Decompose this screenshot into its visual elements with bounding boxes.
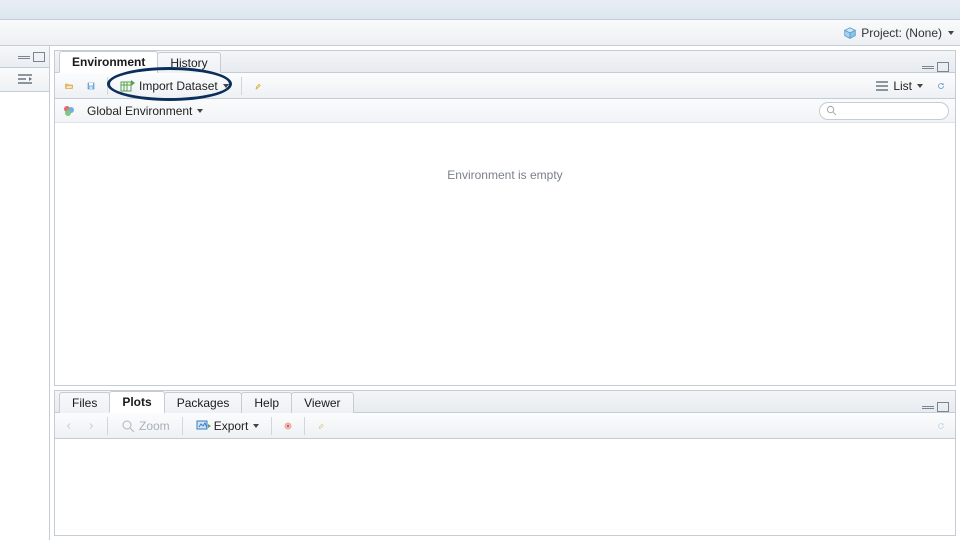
export-icon bbox=[195, 418, 211, 434]
tab-label: Packages bbox=[177, 396, 230, 410]
zoom-button[interactable]: Zoom bbox=[116, 416, 174, 436]
toolbar-separator bbox=[182, 417, 183, 435]
scope-selector[interactable]: Global Environment bbox=[83, 102, 207, 120]
tab-help[interactable]: Help bbox=[241, 392, 292, 413]
chevron-down-icon bbox=[917, 84, 923, 88]
tab-label: Plots bbox=[122, 395, 151, 409]
minimize-icon[interactable] bbox=[922, 65, 934, 69]
import-dataset-button[interactable]: Import Dataset bbox=[116, 76, 233, 96]
tab-history[interactable]: History bbox=[157, 52, 220, 73]
tab-plots[interactable]: Plots bbox=[109, 391, 164, 413]
env-tabs: Environment History bbox=[55, 51, 955, 73]
tab-label: Viewer bbox=[304, 396, 340, 410]
plots-toolbar: Zoom Export bbox=[55, 413, 955, 439]
tab-viewer[interactable]: Viewer bbox=[291, 392, 353, 413]
env-body: Environment is empty bbox=[55, 123, 955, 385]
plots-tabs: Files Plots Packages Help Viewer bbox=[55, 391, 955, 413]
toolbar-separator bbox=[271, 417, 272, 435]
environment-panel: Environment History bbox=[54, 50, 956, 386]
clear-all-button[interactable] bbox=[313, 418, 329, 434]
project-icon bbox=[843, 26, 857, 40]
minimize-icon[interactable] bbox=[922, 405, 934, 409]
maximize-icon[interactable] bbox=[937, 402, 949, 412]
left-gutter bbox=[0, 46, 50, 540]
project-bar: Project: (None) bbox=[0, 20, 960, 46]
view-mode-button[interactable]: List bbox=[870, 76, 927, 96]
tab-environment[interactable]: Environment bbox=[59, 51, 158, 73]
scope-label: Global Environment bbox=[87, 104, 192, 118]
minimize-icon[interactable] bbox=[18, 55, 30, 59]
open-folder-button[interactable] bbox=[61, 78, 77, 94]
export-button[interactable]: Export bbox=[191, 416, 264, 436]
indent-icon[interactable] bbox=[17, 72, 33, 88]
import-icon bbox=[120, 78, 136, 94]
env-subbar: Global Environment bbox=[55, 99, 955, 123]
tab-label: Files bbox=[72, 396, 97, 410]
left-pane-controls-top bbox=[0, 46, 49, 68]
search-icon bbox=[826, 105, 837, 116]
search-field[interactable] bbox=[841, 105, 942, 117]
plots-panel: Files Plots Packages Help Viewer bbox=[54, 390, 956, 536]
toolbar-separator bbox=[107, 417, 108, 435]
project-label: Project: (None) bbox=[861, 26, 942, 40]
zoom-label: Zoom bbox=[139, 419, 170, 433]
chevron-down-icon bbox=[253, 424, 259, 428]
tab-files[interactable]: Files bbox=[59, 392, 110, 413]
project-selector[interactable]: Project: (None) bbox=[843, 26, 954, 40]
env-empty-message: Environment is empty bbox=[447, 168, 562, 182]
app-titlebar bbox=[0, 0, 960, 20]
env-toolbar: Import Dataset List bbox=[55, 73, 955, 99]
chevron-down-icon bbox=[223, 84, 229, 88]
refresh-button[interactable] bbox=[933, 78, 949, 94]
next-plot-button[interactable] bbox=[83, 418, 99, 434]
tab-label: History bbox=[170, 56, 207, 70]
refresh-plots-button[interactable] bbox=[933, 418, 949, 434]
prev-plot-button[interactable] bbox=[61, 418, 77, 434]
env-search-input[interactable] bbox=[819, 102, 949, 120]
tab-label: Help bbox=[254, 396, 279, 410]
maximize-icon[interactable] bbox=[937, 62, 949, 72]
toolbar-separator bbox=[107, 77, 108, 95]
tab-packages[interactable]: Packages bbox=[164, 392, 243, 413]
remove-plot-button[interactable] bbox=[280, 418, 296, 434]
export-label: Export bbox=[214, 419, 249, 433]
chevron-down-icon bbox=[948, 31, 954, 35]
left-toolbar bbox=[0, 68, 49, 92]
scope-icon bbox=[61, 103, 77, 119]
maximize-icon[interactable] bbox=[33, 52, 45, 62]
chevron-down-icon bbox=[197, 109, 203, 113]
tab-label: Environment bbox=[72, 55, 145, 69]
toolbar-separator bbox=[241, 77, 242, 95]
list-icon bbox=[874, 78, 890, 94]
toolbar-separator bbox=[304, 417, 305, 435]
zoom-icon bbox=[120, 418, 136, 434]
plots-body bbox=[55, 439, 955, 535]
save-button[interactable] bbox=[83, 78, 99, 94]
view-mode-label: List bbox=[893, 79, 912, 93]
clear-button[interactable] bbox=[250, 78, 266, 94]
import-dataset-label: Import Dataset bbox=[139, 79, 218, 93]
